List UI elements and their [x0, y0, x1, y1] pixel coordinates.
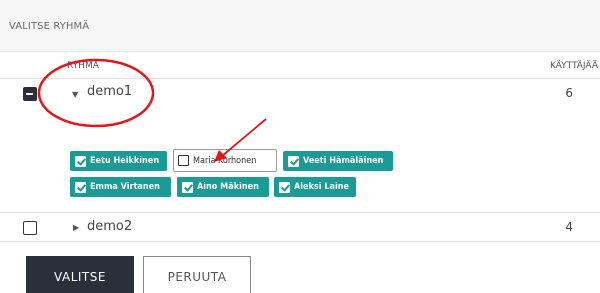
select-button[interactable]: VALITSE	[26, 256, 134, 293]
member-chip-emma[interactable]: Emma Virtanen	[70, 177, 171, 197]
member-name: Veeti Hämäläinen	[303, 156, 384, 166]
checkmark-icon	[182, 181, 193, 193]
cancel-button[interactable]: PERUUTA	[143, 256, 251, 293]
checkbox-empty-icon	[178, 155, 189, 166]
member-chip-aino[interactable]: Aino Mäkinen	[177, 177, 269, 197]
member-name: Emma Virtanen	[90, 182, 160, 192]
member-chip-eetu[interactable]: Eetu Heikkinen	[70, 151, 167, 171]
member-chip-aleksi[interactable]: Aleksi Laine	[274, 177, 356, 197]
member-name: Maria Korhonen	[193, 155, 257, 166]
checkmark-icon	[75, 181, 86, 193]
member-name: Aino Mäkinen	[197, 182, 259, 192]
checkmark-icon	[288, 155, 299, 167]
column-header-users: KÄYTTÄJÄÄ	[520, 52, 600, 79]
user-count-demo1: 6	[565, 86, 573, 100]
panel-title: VALITSE RYHMÄ	[0, 0, 600, 52]
member-chip-maria[interactable]: Maria Korhonen	[173, 149, 277, 172]
user-count-demo2: 4	[565, 220, 573, 234]
row-divider	[0, 212, 600, 213]
group-checkbox-demo1[interactable]	[23, 87, 37, 101]
member-chip-veeti[interactable]: Veeti Hämäläinen	[283, 151, 393, 171]
member-name: Aleksi Laine	[294, 182, 349, 192]
group-checkbox-demo2[interactable]	[23, 221, 37, 235]
group-name-demo1[interactable]: demo1	[87, 84, 132, 99]
member-name: Eetu Heikkinen	[90, 156, 160, 166]
row-divider	[0, 241, 600, 242]
group-name-demo2[interactable]: demo2	[87, 219, 132, 234]
caret-right-icon[interactable]: ▶	[73, 223, 79, 232]
checkmark-icon	[75, 155, 86, 167]
checkmark-icon	[279, 181, 290, 193]
caret-down-icon[interactable]: ▼	[72, 90, 78, 99]
column-header-group: RYHMÄ	[0, 52, 520, 79]
